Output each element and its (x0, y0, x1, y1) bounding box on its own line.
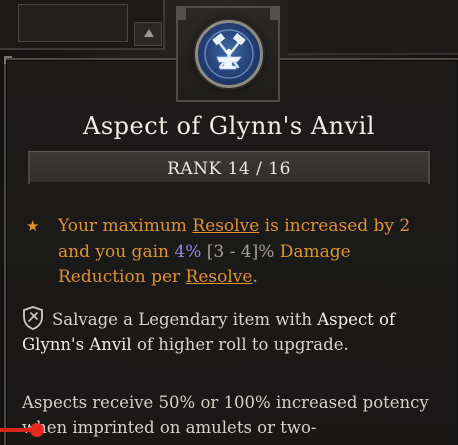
salvage-text-part: of higher roll to upgrade. (131, 335, 349, 354)
video-progress-fill (0, 428, 32, 432)
background-right-panel (288, 0, 458, 55)
video-progress-bar[interactable] (0, 423, 458, 437)
plate-ornament-left (176, 6, 186, 20)
rank-label: RANK 14 / 16 (167, 159, 291, 179)
rank-bar: RANK 14 / 16 (28, 151, 430, 184)
effect-value-range: [3 - 4]% (201, 241, 275, 262)
arrow-up-icon (144, 29, 154, 37)
aspects-imprint-note: Aspects receive 50% or 100% increased po… (22, 393, 429, 437)
effect-current-value: 4% (174, 241, 202, 262)
aspect-effect-text: Your maximum Resolve is increased by 2 a… (58, 214, 438, 291)
resolve-keyword[interactable]: Resolve (192, 216, 259, 236)
star-icon: ★ (26, 217, 40, 235)
tooltip-corner-ornament (4, 56, 12, 64)
anvil-hammer-medallion-icon (195, 20, 263, 88)
scroll-up-button[interactable] (134, 22, 162, 46)
video-progress-handle[interactable] (30, 423, 44, 437)
effect-text-part: Your maximum (58, 216, 193, 236)
plate-ornament-right (270, 6, 280, 20)
background-inner-frame (18, 4, 128, 42)
resolve-keyword[interactable]: Resolve (186, 267, 253, 287)
effect-period: . (252, 267, 258, 287)
aspect-title: Aspect of Glynn's Anvil (83, 112, 375, 140)
salvage-info-text: Salvage a Legendary item with Aspect of … (22, 307, 422, 357)
salvage-text-part: Salvage a Legendary item with (52, 310, 318, 329)
game-screen: Aspect of Glynn's Anvil RANK 14 / 16 ★ Y… (0, 0, 458, 445)
